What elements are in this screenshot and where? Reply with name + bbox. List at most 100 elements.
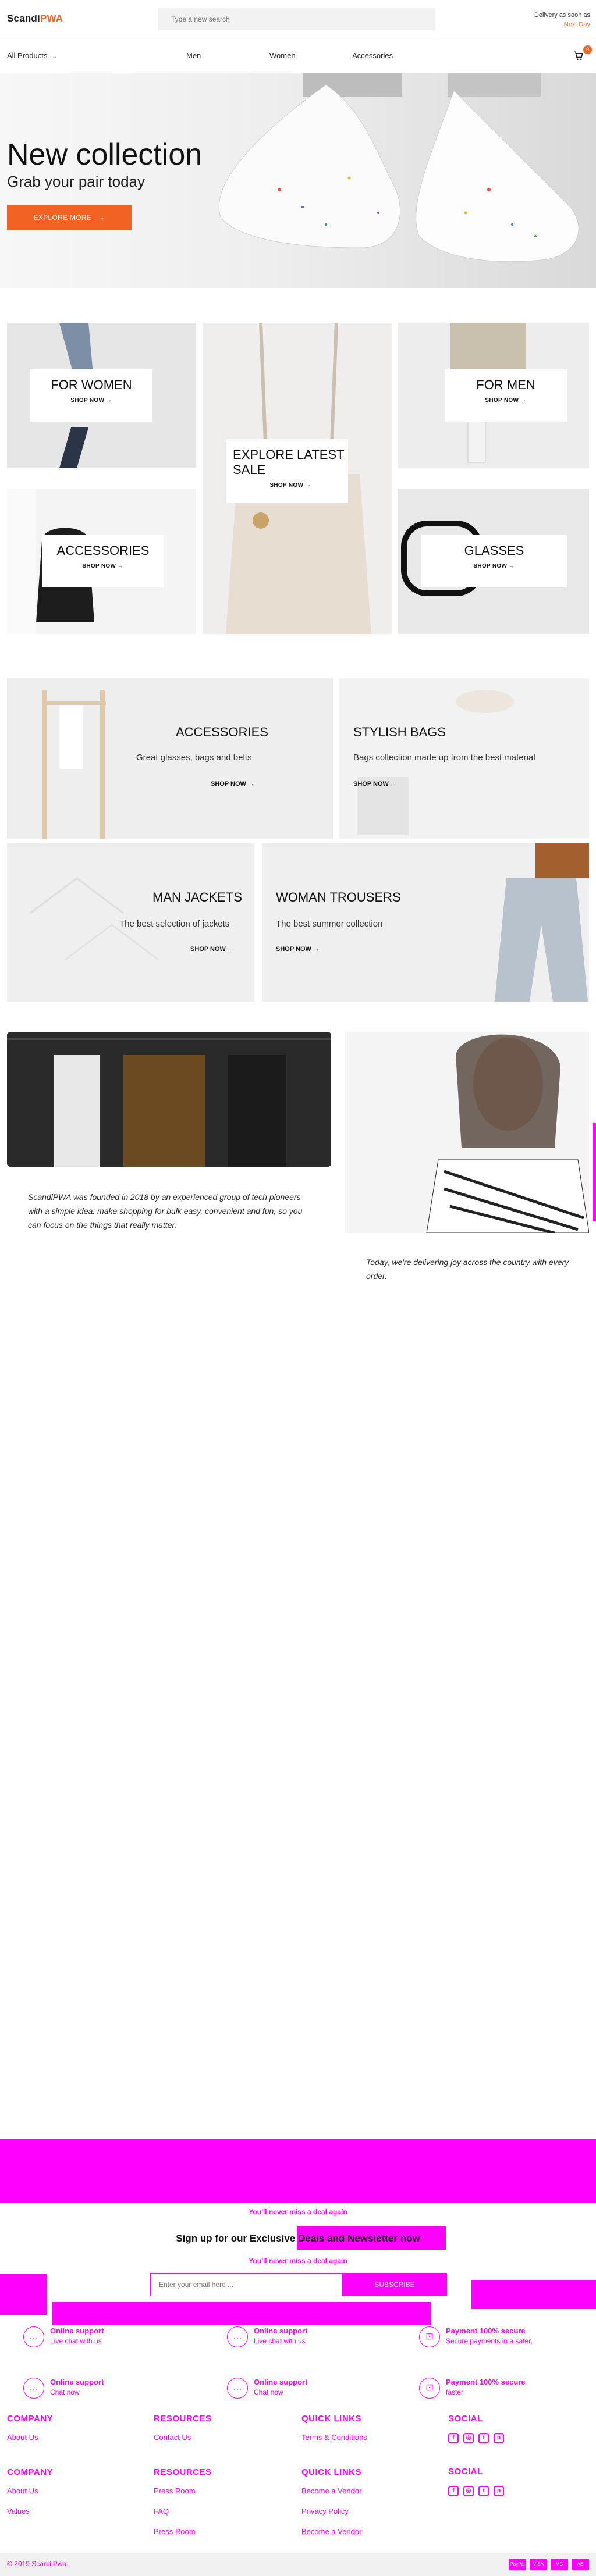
- glasses-card: GLASSES SHOP NOW →: [421, 535, 567, 587]
- chat-icon: …: [23, 2326, 44, 2347]
- category-tile-accessories[interactable]: ACCESSORIES SHOP NOW →: [7, 489, 196, 634]
- glasses-shop-now-link[interactable]: SHOP NOW →: [421, 563, 567, 569]
- feature-online-support-1: … Online support Live chat with us: [23, 2321, 169, 2353]
- banner-jackets-link[interactable]: SHOP NOW →: [190, 946, 234, 953]
- men-title: FOR MEN: [476, 377, 535, 392]
- chat-icon: …: [227, 2326, 248, 2347]
- instagram-icon[interactable]: ◎: [463, 2486, 474, 2496]
- facebook-icon[interactable]: f: [448, 2486, 459, 2496]
- nav-link-accessories[interactable]: Accessories: [352, 51, 393, 60]
- footer-quicklinks-heading: QUICK LINKS: [301, 2414, 361, 2424]
- accessories-card: ACCESSORIES SHOP NOW →: [42, 535, 164, 587]
- delivery-value[interactable]: Next Day: [534, 20, 590, 29]
- twitter-icon[interactable]: t: [478, 2486, 489, 2496]
- glasses-title: GLASSES: [464, 543, 524, 558]
- footer-link-press-room-2[interactable]: Press Room: [154, 2527, 212, 2536]
- subscribe-button[interactable]: SUBSCRIBE: [342, 2273, 447, 2296]
- bottom-bar: © 2019 ScandiPwa PayPal VISA MC AE: [0, 2553, 596, 2576]
- overlay-band-top: [0, 2139, 596, 2203]
- nav-link-women[interactable]: Women: [269, 51, 296, 60]
- payment-icons: PayPal VISA MC AE: [509, 2559, 589, 2570]
- banner-trousers[interactable]: WOMAN TROUSERS The best summer collectio…: [262, 843, 589, 1002]
- footer-link-press-room[interactable]: Press Room: [154, 2486, 212, 2495]
- about-text-today: Today, we're delivering joy across the c…: [366, 1257, 569, 1281]
- feature-online-support-2-repeat: … Online support Chat now: [227, 2372, 372, 2404]
- pinterest-icon[interactable]: p: [494, 2433, 504, 2443]
- men-shop-now-link[interactable]: SHOP NOW →: [445, 397, 567, 404]
- footer-company-heading: COMPANY: [7, 2414, 54, 2424]
- social-icons-repeat: f ◎ t p: [448, 2486, 504, 2496]
- logo-text-scandi: Scandi: [7, 13, 40, 24]
- main-nav: All Products ⌄ Men Women Accessories 0: [0, 38, 596, 73]
- footer-quick-links: QUICK LINKS Terms & Conditions QUICK LIN…: [301, 2414, 367, 2543]
- overlay-block-left: [0, 2274, 47, 2315]
- women-title: FOR WOMEN: [51, 377, 132, 392]
- newsletter-email-input[interactable]: [150, 2273, 342, 2296]
- delivery-info: Delivery as soon as Next Day: [534, 10, 590, 29]
- instagram-icon[interactable]: ◎: [463, 2433, 474, 2443]
- footer-link-about-repeat[interactable]: About Us: [7, 2486, 53, 2495]
- woman-portrait-image: [345, 1032, 589, 1233]
- facebook-icon[interactable]: f: [448, 2433, 459, 2443]
- footer-social-heading-repeat: SOCIAL: [448, 2467, 483, 2477]
- category-tile-men[interactable]: FOR MEN SHOP NOW →: [398, 323, 589, 468]
- feature-title: Payment 100% secure: [446, 2326, 526, 2335]
- chat-icon: …: [23, 2378, 44, 2399]
- lock-icon: ⊡: [419, 2326, 440, 2347]
- nav-link-men[interactable]: Men: [186, 51, 201, 60]
- feature-title: Online support: [50, 2326, 104, 2335]
- twitter-icon[interactable]: t: [478, 2433, 489, 2443]
- banner-bags-sub: Bags collection made up from the best ma…: [353, 753, 535, 763]
- sale-shop-now-link[interactable]: SHOP NOW →: [233, 482, 348, 489]
- cart-button[interactable]: 0: [573, 45, 592, 64]
- feature-title: Online support: [254, 2378, 308, 2386]
- category-tile-sale[interactable]: EXPLORE LATEST SALE SHOP NOW →: [203, 323, 392, 634]
- banner-jackets[interactable]: MAN JACKETS The best selection of jacket…: [7, 843, 254, 1002]
- feature-online-support-1-repeat: … Online support Chat now: [23, 2372, 169, 2404]
- hero-title: New collection: [7, 138, 203, 172]
- hero-banner: New collection Grab your pair today EXPL…: [0, 73, 596, 288]
- banner-bags[interactable]: STYLISH BAGS Bags collection made up fro…: [339, 678, 589, 839]
- banner-bags-link[interactable]: SHOP NOW →: [353, 781, 397, 788]
- footer-link-about[interactable]: About Us: [7, 2433, 53, 2442]
- explore-more-button[interactable]: EXPLORE MORE →: [7, 205, 132, 230]
- footer-link-faq[interactable]: FAQ: [154, 2507, 212, 2516]
- cart-count-badge: 0: [583, 45, 592, 54]
- about-text-founded: ScandiPWA was founded in 2018 by an expe…: [28, 1192, 303, 1230]
- all-products-menu[interactable]: All Products ⌄: [7, 51, 57, 60]
- banner-accessories-sub: Great glasses, bags and belts: [136, 753, 252, 763]
- feature-sub[interactable]: Chat now: [254, 2388, 283, 2396]
- footer-link-privacy[interactable]: Privacy Policy: [301, 2507, 367, 2516]
- sale-card: EXPLORE LATEST SALE SHOP NOW →: [226, 439, 348, 503]
- search-input[interactable]: [158, 8, 435, 30]
- visa-icon: VISA: [530, 2559, 547, 2570]
- footer-social-heading: SOCIAL: [448, 2414, 483, 2424]
- about-photo-shirts: [7, 1032, 331, 1167]
- feature-online-support-2: … Online support Live chat with us: [227, 2321, 372, 2353]
- feature-sub[interactable]: Chat now: [50, 2388, 80, 2396]
- logo[interactable]: ScandiPWA: [7, 13, 63, 24]
- banner-accessories-link[interactable]: SHOP NOW →: [211, 781, 254, 788]
- category-tile-glasses[interactable]: GLASSES SHOP NOW →: [398, 489, 589, 634]
- feature-title: Online support: [254, 2326, 308, 2335]
- banner-jackets-title: MAN JACKETS: [152, 890, 243, 904]
- pinterest-icon[interactable]: p: [494, 2486, 504, 2496]
- delivery-label: Delivery as soon as: [534, 12, 590, 19]
- shirts-rack-image: [7, 1032, 331, 1167]
- all-products-label: All Products: [7, 51, 48, 60]
- accessories-shop-now-link[interactable]: SHOP NOW →: [42, 563, 164, 569]
- footer-company: COMPANY About Us COMPANY About Us Values: [7, 2414, 53, 2522]
- footer-link-vendor[interactable]: Become a Vendor: [301, 2486, 367, 2495]
- banner-trousers-link[interactable]: SHOP NOW →: [276, 946, 320, 953]
- footer-link-terms[interactable]: Terms & Conditions: [301, 2433, 367, 2442]
- banner-accessories[interactable]: ACCESSORIES Great glasses, bags and belt…: [7, 678, 333, 839]
- women-shop-now-link[interactable]: SHOP NOW →: [30, 397, 152, 404]
- footer-link-contact[interactable]: Contact Us: [154, 2433, 212, 2442]
- social-icons: f ◎ t p: [448, 2433, 504, 2443]
- overlay-edge-mark: [593, 1123, 596, 1221]
- feature-title: Online support: [50, 2378, 104, 2386]
- category-tile-women[interactable]: FOR WOMEN SHOP NOW →: [7, 323, 196, 468]
- newsletter-title: Sign up for our Exclusive Deals and News…: [176, 2181, 420, 2192]
- footer-link-values[interactable]: Values: [7, 2507, 53, 2516]
- footer-link-vendor-2[interactable]: Become a Vendor: [301, 2527, 367, 2536]
